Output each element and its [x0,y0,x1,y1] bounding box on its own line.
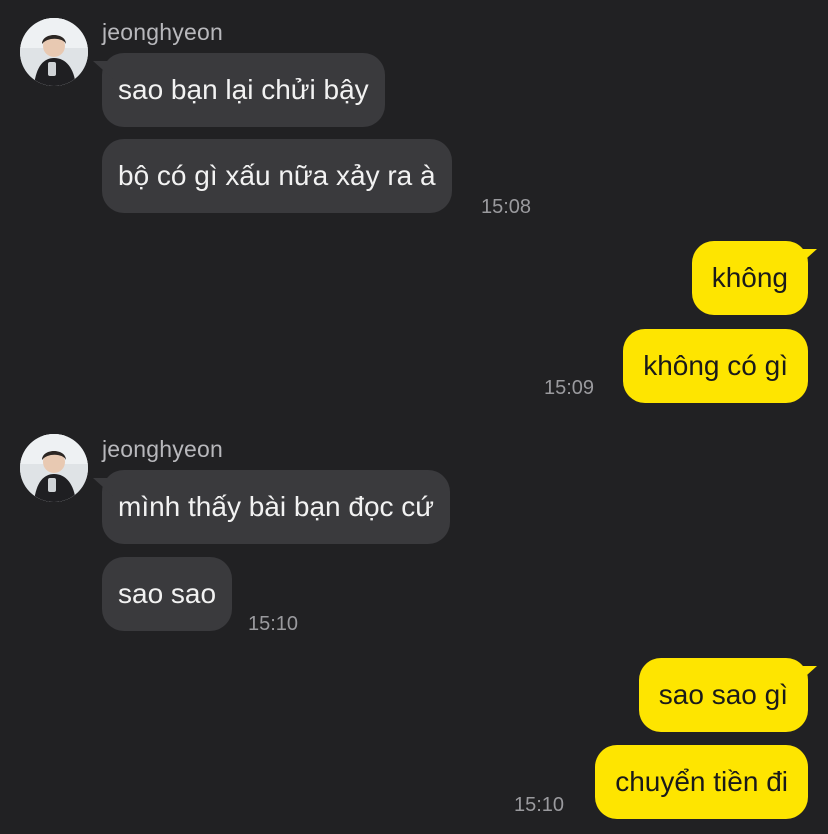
message-timestamp: 15:09 [544,377,595,399]
message-timestamp: 15:10 [248,613,299,635]
avatar-icon [20,18,88,86]
message-bubble-incoming[interactable]: mình thấy bài bạn đọc cứ [102,470,451,544]
message-bubble-incoming[interactable]: sao sao [102,557,233,631]
avatar[interactable] [20,18,88,86]
avatar[interactable] [20,434,88,502]
message-bubble-incoming[interactable]: bộ có gì xấu nữa xảy ra à [102,139,452,213]
message-bubble-outgoing[interactable]: chuyển tiền đi [595,745,808,819]
sender-name: jeonghyeon [102,19,223,45]
message-timestamp: 15:08 [481,196,532,218]
chat-view: jeonghyeon sao bạn lại chửi bậy bộ có gì… [0,0,828,834]
message-bubble-outgoing[interactable]: không [691,241,808,315]
sender-name: jeonghyeon [102,436,223,462]
message-bubble-outgoing[interactable]: không có gì [623,329,808,403]
message-timestamp: 15:10 [514,794,565,816]
message-bubble-outgoing[interactable]: sao sao gì [638,658,808,732]
avatar-icon [20,434,88,502]
message-bubble-incoming[interactable]: sao bạn lại chửi bậy [102,53,385,127]
